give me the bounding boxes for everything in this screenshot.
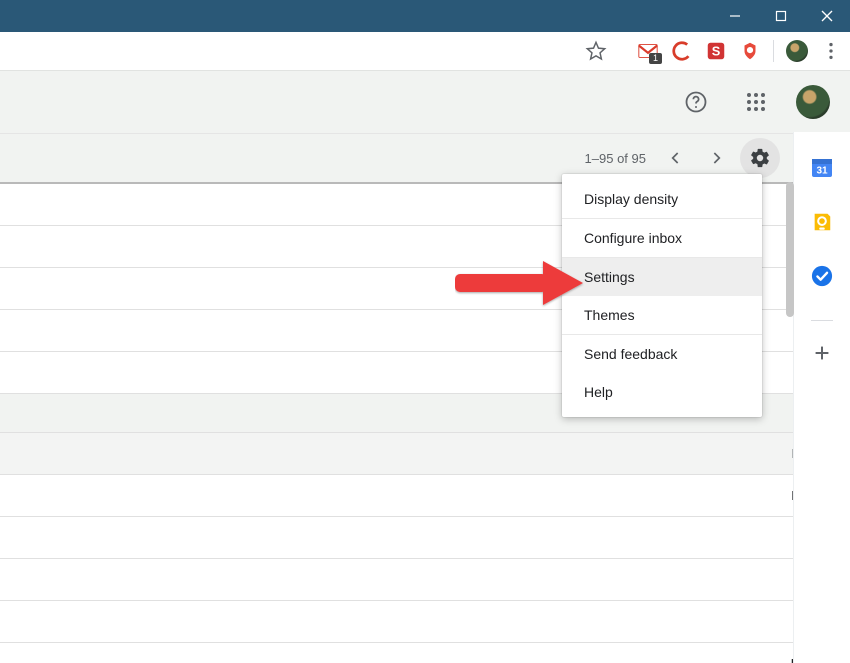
window-close-button[interactable] [804,0,850,32]
pager-text: 1–95 of 95 [585,151,646,166]
menu-configure-inbox[interactable]: Configure inbox [562,219,762,257]
window-titlebar [0,0,850,32]
pager-prev-button[interactable] [656,138,696,178]
window-maximize-button[interactable] [758,0,804,32]
svg-text:S: S [712,44,721,59]
gmail-badge: 1 [649,53,662,64]
settings-dropdown: Display density Configure inbox Settings… [562,174,762,417]
mail-row[interactable]: Mar 11 [0,475,850,517]
mail-row[interactable]: Mar 5 [0,559,850,601]
browser-menu-icon[interactable] [820,40,842,62]
gmail-ext-icon[interactable]: 1 [637,40,659,62]
menu-display-density[interactable]: Display density [562,180,762,218]
account-avatar[interactable] [796,85,830,119]
menu-send-feedback[interactable]: Send feedback [562,335,762,373]
mail-row[interactable]: Feb 28 [0,643,850,663]
pager-next-button[interactable] [696,138,736,178]
mail-row[interactable]: Mar 14 [0,433,850,475]
extension-s-icon[interactable]: S [705,40,727,62]
menu-themes[interactable]: Themes [562,296,762,334]
calendar-icon[interactable]: 31 [810,156,834,180]
mail-row[interactable]: Mar 2 [0,601,850,643]
settings-gear-button[interactable] [740,138,780,178]
menu-help[interactable]: Help [562,373,762,411]
help-icon[interactable] [676,82,716,122]
sidepanel-separator [811,320,833,321]
browser-profile-avatar[interactable] [786,40,808,62]
add-addon-icon[interactable] [810,341,834,365]
keep-icon[interactable] [810,210,834,234]
star-icon[interactable] [585,40,607,62]
tasks-icon[interactable] [810,264,834,288]
mail-row[interactable]: Mar 8 [0,517,850,559]
apps-icon[interactable] [736,82,776,122]
side-panel: 31 [793,132,850,663]
window-minimize-button[interactable] [712,0,758,32]
gmail-header [0,71,850,134]
scrollbar-thumb[interactable] [786,182,794,317]
extension-d-icon[interactable] [739,40,761,62]
browser-toolbar: 1 S [0,32,850,71]
svg-text:31: 31 [816,166,828,177]
menu-settings[interactable]: Settings [562,258,762,296]
extension-c-icon[interactable] [671,40,693,62]
toolbar-separator [773,40,774,62]
